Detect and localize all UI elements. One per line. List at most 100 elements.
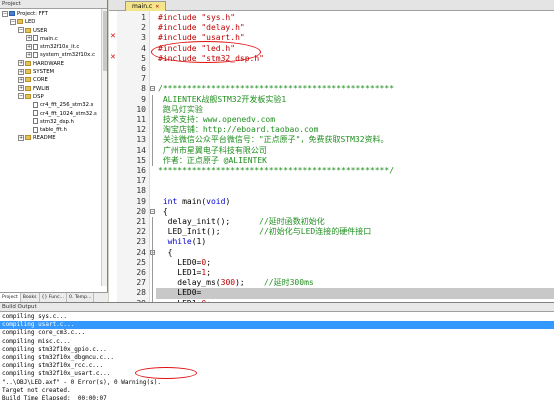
tree-item[interactable]: stm32_dsp.h xyxy=(0,118,107,126)
expand-icon[interactable]: + xyxy=(18,68,24,75)
tree-item[interactable]: table_fft.h xyxy=(0,126,107,134)
code-line[interactable]: while(1) xyxy=(156,237,554,247)
tree-item[interactable]: − LED xyxy=(0,18,107,26)
code-line[interactable] xyxy=(156,186,554,196)
tree-item[interactable]: + CORE xyxy=(0,76,107,84)
expand-icon[interactable]: + xyxy=(18,60,24,67)
tree-item[interactable]: − DSP xyxy=(0,93,107,101)
code-line[interactable]: { xyxy=(156,248,554,258)
scrollbar-thumb[interactable] xyxy=(103,11,107,71)
code-line[interactable]: { xyxy=(156,207,554,217)
project-pane-tab[interactable]: Project xyxy=(0,293,21,302)
folder-icon xyxy=(25,85,31,91)
output-line[interactable]: compiling core_cm3.c... xyxy=(2,329,85,337)
tree-item[interactable]: + main.c xyxy=(0,35,107,43)
output-line[interactable]: compiling usart.c... xyxy=(2,321,74,329)
collapse-icon[interactable]: − xyxy=(18,27,24,34)
close-tab-icon[interactable]: ✕ xyxy=(155,4,159,10)
code-line[interactable]: 关注微信公众平台微信号："正点原子"，免费获取STM32资料。 xyxy=(156,135,554,145)
expand-icon[interactable]: + xyxy=(26,43,32,50)
code-token: 300 xyxy=(220,278,236,288)
collapse-icon[interactable]: − xyxy=(10,18,16,25)
tree-item-label: FWLIB xyxy=(33,85,50,92)
project-pane: Project − Project: FFT − LED − USER + main.c + st… xyxy=(0,0,108,302)
code-token: //延时函数初始化 xyxy=(259,217,325,226)
expand-icon[interactable]: + xyxy=(18,85,24,92)
output-line[interactable]: compiling stm32f10x_gpio.c... xyxy=(2,346,107,354)
code-line[interactable] xyxy=(156,176,554,186)
project-pane-tab[interactable]: 0. Temp... xyxy=(67,293,95,302)
code-line[interactable]: #include "delay.h" xyxy=(156,23,554,33)
tree-item[interactable]: + system_stm32f10x.c xyxy=(0,51,107,59)
code-token: LED0= xyxy=(158,288,207,298)
tree-item[interactable]: cr4_fft_256_stm32.s xyxy=(0,101,107,109)
tree-item[interactable]: + stm32f10x_it.c xyxy=(0,43,107,51)
expand-icon[interactable]: + xyxy=(18,134,24,141)
output-line[interactable]: compiling stm32f10x_dbgmcu.c... xyxy=(2,354,114,362)
fold-toggle-icon[interactable]: − xyxy=(150,208,155,214)
fold-toggle-icon[interactable]: − xyxy=(150,86,155,92)
code-line[interactable]: int main(void) xyxy=(156,197,554,207)
folder-icon xyxy=(25,77,31,83)
line-number: 17 xyxy=(136,176,146,186)
project-pane-tab[interactable]: {} Func... xyxy=(40,293,67,302)
project-scrollbar[interactable] xyxy=(101,9,107,286)
code-line[interactable]: #include "sys.h" xyxy=(156,13,554,23)
tree-item-label: SYSTEM xyxy=(33,69,55,76)
tab-main-c[interactable]: main.c ✕ xyxy=(125,1,167,11)
line-number: 22 xyxy=(136,227,146,237)
output-line[interactable]: compiling stm32f10x_usart.c... xyxy=(2,370,110,378)
code-line[interactable]: LED0=0; xyxy=(156,258,554,268)
line-number: 8 xyxy=(141,84,146,94)
collapse-icon[interactable]: − xyxy=(2,10,8,17)
code-token: { xyxy=(158,247,173,257)
tree-item[interactable]: + README xyxy=(0,134,107,142)
line-number: 7 xyxy=(141,74,146,84)
output-line[interactable]: "..\OBJ\LED.axf" - 0 Error(s), 0 Warning… xyxy=(2,379,161,387)
expand-icon[interactable]: + xyxy=(26,51,32,58)
code-line[interactable]: /***************************************… xyxy=(156,84,554,94)
code-line[interactable]: 广州市星翼电子科技有限公司 xyxy=(156,146,554,156)
tree-item[interactable]: − USER xyxy=(0,27,107,35)
code-line[interactable] xyxy=(156,64,554,74)
code-line[interactable] xyxy=(156,74,554,84)
error-mark-icon: ✕ xyxy=(110,52,116,61)
tree-item[interactable]: + SYSTEM xyxy=(0,68,107,76)
project-pane-tab[interactable]: Books xyxy=(21,293,40,302)
tree-item[interactable]: + HARDWARE xyxy=(0,60,107,68)
output-line[interactable]: compiling stm32f10x_rcc.c... xyxy=(2,362,103,370)
code-line[interactable]: delay_init(); //延时函数初始化 xyxy=(156,217,554,227)
annotation-ellipse-include xyxy=(151,41,261,63)
tree-item-label: USER xyxy=(33,27,48,34)
output-line[interactable]: compiling sys.c... xyxy=(2,313,67,321)
code-line[interactable]: ALIENTEK战舰STM32开发板实验1 xyxy=(156,95,554,105)
expand-icon[interactable]: + xyxy=(18,76,24,83)
code-line[interactable]: delay_ms(300); //延时300ms xyxy=(156,278,554,288)
tree-item-label: table_fft.h xyxy=(40,127,67,134)
code-token: (1) xyxy=(191,237,207,247)
expand-icon[interactable]: + xyxy=(26,35,32,42)
tree-item[interactable]: cr4_fft_1024_stm32.s xyxy=(0,110,107,118)
folder-icon xyxy=(25,69,31,75)
line-number: 23 xyxy=(136,237,146,247)
project-pane-tabs: Project Books{} Func... 0. Temp... xyxy=(0,292,108,302)
code-line[interactable]: 作者：正点原子 @ALIENTEK xyxy=(156,156,554,166)
code-line[interactable]: ****************************************… xyxy=(156,166,554,176)
collapse-icon[interactable]: − xyxy=(18,93,24,100)
code-line[interactable]: LED1=1; xyxy=(156,268,554,278)
output-line[interactable]: Target not created. xyxy=(2,387,71,395)
code-line[interactable]: LED_Init(); //初始化与LED连接的硬件接口 xyxy=(156,227,554,237)
tree-item[interactable]: − Project: FFT xyxy=(0,10,107,18)
code-line[interactable]: LED0= xyxy=(156,288,554,299)
output-line[interactable]: Build Time Elapsed: 00:00:07 xyxy=(2,395,107,400)
code-token: ; xyxy=(206,268,212,277)
tree-item-label: Project: FFT xyxy=(17,11,48,17)
code-line[interactable]: 淘宝店铺：http://eboard.taobao.com xyxy=(156,125,554,135)
code-token: //延时300ms xyxy=(263,278,314,288)
output-line[interactable]: compiling misc.c... xyxy=(2,338,71,346)
tree-item[interactable]: + FWLIB xyxy=(0,85,107,93)
code-line[interactable]: 跑马灯实验 xyxy=(156,105,554,115)
line-number: 25 xyxy=(136,257,146,267)
code-line[interactable]: 技术支持：www.openedv.com xyxy=(156,115,554,125)
code-token: main( xyxy=(177,196,207,206)
